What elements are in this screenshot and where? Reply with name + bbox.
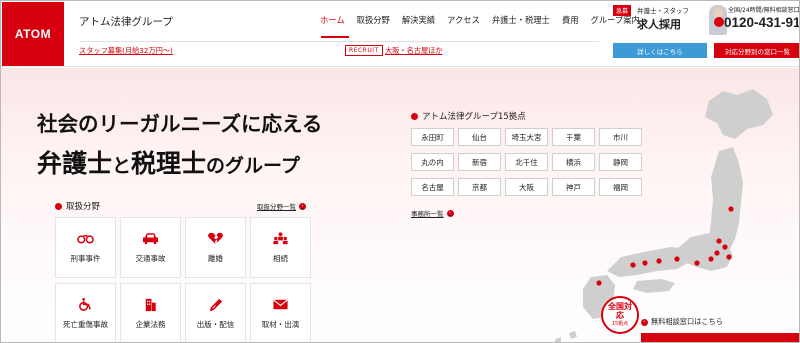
hero-word-group: のグループ (206, 155, 300, 177)
nationwide-seal: 全国対応 15拠点 (601, 296, 639, 334)
service-label: 相続 (273, 254, 288, 263)
broken-heart-icon (208, 232, 223, 245)
bullet-dot-icon (411, 112, 418, 120)
recruit-badge: RECRUIT (345, 45, 383, 56)
office-nagatacho[interactable]: 永田町 (411, 128, 454, 146)
bullet-dot-icon (55, 202, 62, 210)
phone-contact[interactable]: 全国/24時間/無料相談窓口 0120-431-91 (714, 3, 800, 41)
service-divorce[interactable]: 離婚 (185, 217, 246, 278)
service-label: 交通事故 (135, 254, 166, 263)
service-serious-accident[interactable]: 死亡重傷事故 (55, 283, 116, 342)
wheelchair-icon (79, 297, 91, 311)
arrow-right-icon: › (641, 318, 648, 326)
office-ichikawa[interactable]: 市川 (599, 128, 642, 146)
hero-word-and: と (112, 155, 132, 177)
handcuffs-icon (77, 234, 94, 244)
site-logo[interactable]: ATOM (2, 2, 64, 66)
site-header: ATOM アトム法律グループ ホーム 取扱分野 解決実績 アクセス 弁護士・税理… (1, 1, 800, 67)
service-corporate[interactable]: 企業法務 (120, 283, 181, 342)
service-inheritance[interactable]: 相続 (250, 217, 311, 278)
phone-number[interactable]: 0120-431-91 (724, 15, 799, 30)
office-kobe[interactable]: 神戸 (552, 178, 595, 196)
service-criminal[interactable]: 刑事事件 (55, 217, 116, 278)
service-label: 死亡重傷事故 (63, 320, 108, 329)
sub-divider (79, 41, 599, 42)
seal-sub-text: 15拠点 (611, 320, 629, 327)
nav-practice-areas[interactable]: 取扱分野 (351, 14, 396, 26)
car-icon (142, 233, 159, 245)
nav-lawyers[interactable]: 弁護士・税理士 (486, 14, 556, 26)
service-media[interactable]: 取材・出演 (250, 283, 311, 342)
phone-caption: 全国/24時間/無料相談窓口 (728, 7, 800, 14)
office-nagoya[interactable]: 名古屋 (411, 178, 454, 196)
mail-icon (273, 299, 288, 310)
nav-access[interactable]: アクセス (441, 14, 486, 26)
offices-more-text: 事務所一覧 (411, 210, 444, 218)
brand-name[interactable]: アトム法律グループ (79, 14, 173, 29)
hire-title: 求人採用 (637, 18, 681, 31)
office-kitasenju[interactable]: 北千住 (505, 153, 548, 171)
service-label: 刑事事件 (70, 254, 101, 263)
services-more-link[interactable]: 取扱分野一覧 › (257, 201, 306, 211)
nav-fees[interactable]: 費用 (556, 14, 585, 26)
offices-more-link[interactable]: 事務所一覧 › (411, 208, 454, 218)
office-saitama-omiya[interactable]: 埼玉大宮 (505, 128, 548, 146)
office-osaka[interactable]: 大阪 (505, 178, 548, 196)
service-traffic[interactable]: 交通事故 (120, 217, 181, 278)
arrow-right-icon: › (299, 202, 306, 210)
nav-home[interactable]: ホーム (314, 14, 351, 26)
office-shinjuku[interactable]: 新宿 (458, 153, 501, 171)
office-kyoto[interactable]: 京都 (458, 178, 501, 196)
offices-title-text: アトム法律グループ15拠点 (422, 112, 526, 122)
hire-details-button[interactable]: 詳しくはこちら (613, 43, 707, 58)
pen-icon (209, 298, 223, 312)
seal-main-text: 全国対応 (608, 302, 632, 320)
office-shizuoka[interactable]: 静岡 (599, 153, 642, 171)
office-sendai[interactable]: 仙台 (458, 128, 501, 146)
japan-map (555, 89, 773, 342)
services-title-text: 取扱分野 (66, 202, 101, 212)
recruit-location-link[interactable]: 大阪・名古屋ほか (385, 46, 443, 56)
urgent-badge: 急募 (613, 5, 632, 16)
free-consult-text: 無料相談窓口はこちら (651, 317, 723, 326)
hero-headline-line2: 弁護士と税理士のグループ (37, 144, 300, 180)
office-marunouchi[interactable]: 丸の内 (411, 153, 454, 171)
nav-results[interactable]: 解決実績 (396, 14, 441, 26)
service-label: 出版・配信 (196, 320, 235, 329)
hero-headline-line1: 社会のリーガルニーズに応える (37, 112, 323, 136)
hero-word-lawyer: 弁護士 (37, 149, 113, 178)
service-label: 取材・出演 (261, 320, 300, 329)
hire-banner[interactable]: 急募 弁護士・スタッフ 求人採用 (613, 3, 707, 39)
phone-banner-strip[interactable] (641, 333, 799, 342)
family-icon (273, 232, 288, 245)
service-label: 離婚 (208, 254, 223, 263)
services-title: 取扱分野 (55, 200, 100, 212)
free-consult-link[interactable]: › 無料相談窓口はこちら (641, 317, 723, 327)
hero-word-tax: 税理士 (131, 149, 207, 178)
building-icon (145, 298, 156, 312)
services-grid: 刑事事件 交通事故 離婚 相続 死亡重傷事故 企業法務 出版・配信 取材・出演 (55, 217, 311, 342)
service-label: 企業法務 (135, 320, 166, 329)
staff-recruit-link[interactable]: スタッフ募集(月給32万円〜) (79, 46, 173, 56)
office-yokohama[interactable]: 横浜 (552, 153, 595, 171)
nav-active-indicator (321, 36, 349, 38)
page-frame: ATOM アトム法律グループ ホーム 取扱分野 解決実績 アクセス 弁護士・税理… (0, 0, 800, 343)
services-more-text: 取扱分野一覧 (257, 203, 296, 211)
office-chiba[interactable]: 千葉 (552, 128, 595, 146)
office-fukuoka[interactable]: 福岡 (599, 178, 642, 196)
offices-title: アトム法律グループ15拠点 (411, 110, 526, 122)
hire-subtitle: 弁護士・スタッフ (637, 7, 689, 15)
arrow-right-icon: › (446, 209, 454, 217)
main-nav: ホーム 取扱分野 解決実績 アクセス 弁護士・税理士 費用 グループ案内 (314, 14, 646, 26)
offices-grid: 永田町 仙台 埼玉大宮 千葉 市川 丸の内 新宿 北千住 横浜 静岡 名古屋 京… (411, 128, 642, 196)
service-publishing[interactable]: 出版・配信 (185, 283, 246, 342)
contact-list-button[interactable]: 対応分野別の窓口一覧 (714, 43, 799, 58)
